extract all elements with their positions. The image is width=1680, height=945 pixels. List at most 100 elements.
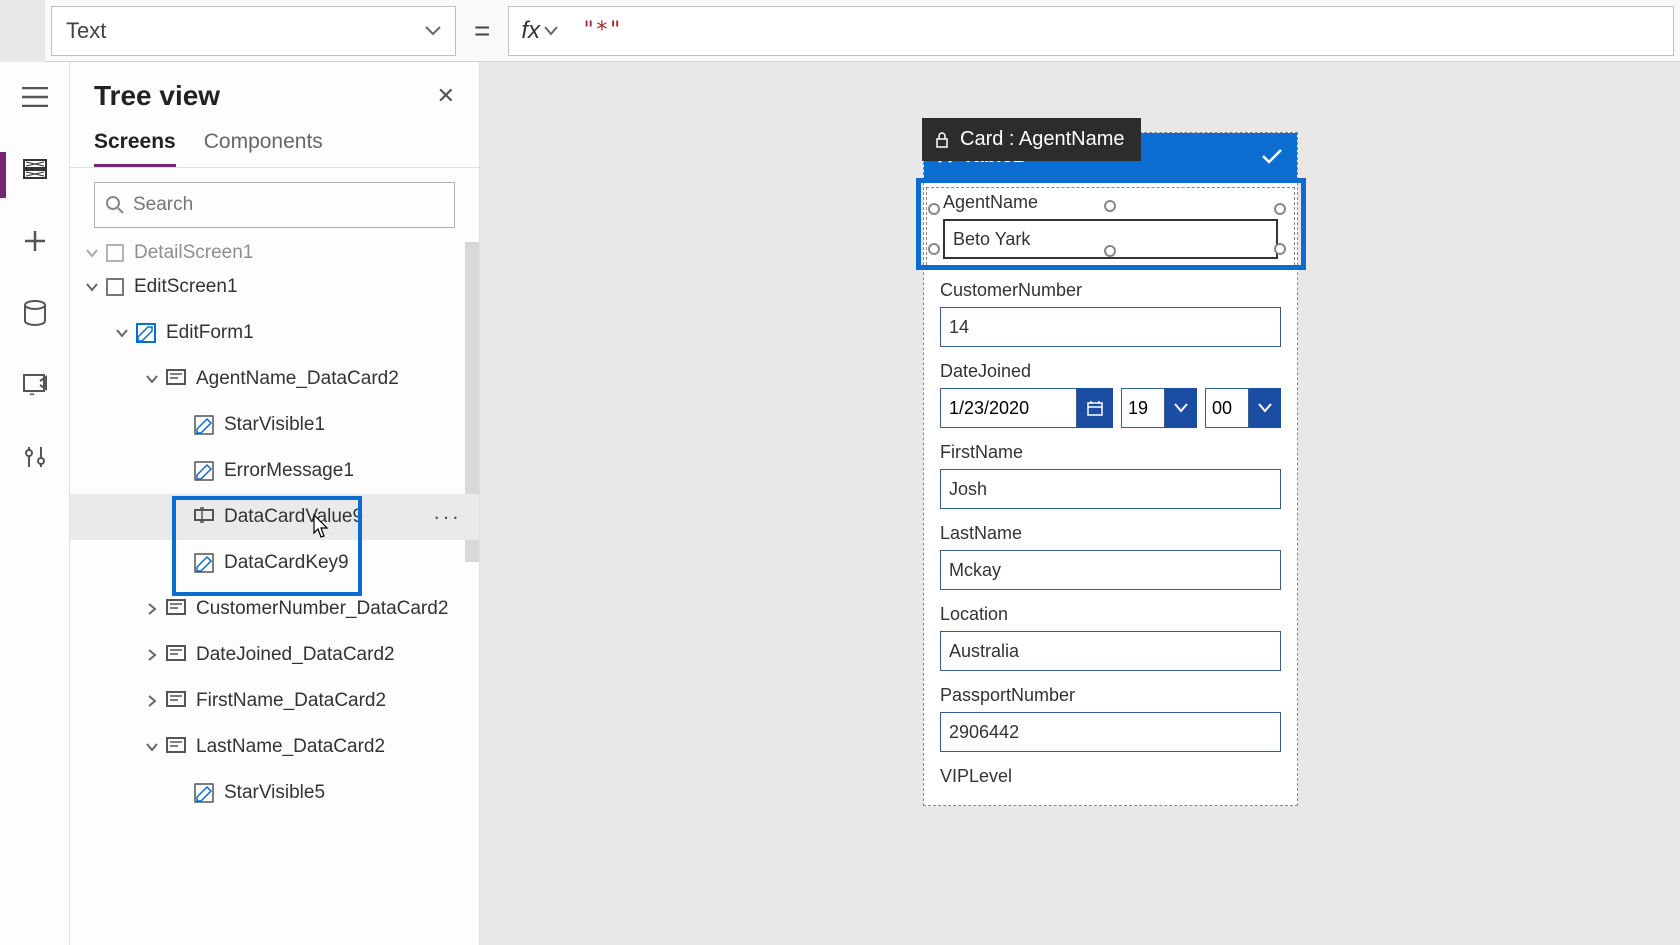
tree-view-icon[interactable]	[20, 154, 50, 184]
formula-bar: Text = fx "*"	[45, 0, 1680, 62]
calendar-icon	[1086, 399, 1104, 417]
resize-handle[interactable]	[928, 243, 940, 255]
tree-node-starvisible1[interactable]: StarVisible1	[70, 402, 479, 448]
selection-tag-text: Card : AgentName	[960, 128, 1125, 151]
label-icon	[194, 783, 214, 803]
form-card[interactable]: Table1 AgentName CustomerNumber DateJoin…	[923, 132, 1298, 806]
search-field[interactable]	[133, 194, 444, 216]
field-firstname: FirstName	[924, 438, 1297, 519]
tree-node-editscreen[interactable]: EditScreen1	[70, 264, 479, 310]
tree-node-label: LastName_DataCard2	[196, 736, 385, 758]
property-dropdown[interactable]: Text	[51, 6, 456, 56]
tree-node-label: FirstName_DataCard2	[196, 690, 386, 712]
calendar-button[interactable]	[1077, 388, 1113, 428]
chevron-down-icon	[1174, 403, 1188, 413]
datacard-icon	[166, 691, 186, 711]
advanced-tools-icon[interactable]	[20, 442, 50, 472]
minute-dropdown-button[interactable]	[1249, 388, 1281, 428]
field-customernumber: CustomerNumber	[924, 276, 1297, 357]
hamburger-icon[interactable]	[20, 82, 50, 112]
tree-node-label: DataCardValue9	[224, 506, 363, 528]
field-passportnumber: PassportNumber	[924, 681, 1297, 762]
chevron-down-icon	[1258, 403, 1272, 413]
equals-sign: =	[470, 15, 494, 47]
datacard-icon	[166, 599, 186, 619]
formula-input-box[interactable]: fx "*"	[508, 6, 1674, 56]
field-datejoined: DateJoined 1/23/2020 19 00	[924, 357, 1297, 438]
fx-label: fx	[521, 17, 540, 45]
tree-node-label: ErrorMessage1	[224, 460, 354, 482]
tree-node-customernumber-card[interactable]: CustomerNumber_DataCard2	[70, 586, 479, 632]
tree-node-errormessage1[interactable]: ErrorMessage1	[70, 448, 479, 494]
tab-components[interactable]: Components	[204, 130, 323, 167]
tree-node-label: CustomerNumber_DataCard2	[196, 598, 448, 620]
customernumber-input[interactable]	[940, 307, 1281, 347]
datacard-icon	[166, 737, 186, 757]
resize-handle[interactable]	[1274, 203, 1286, 215]
tree-node-label: StarVisible1	[224, 414, 325, 436]
tree-node-label: StarVisible5	[224, 782, 325, 804]
formula-expression: "*"	[582, 18, 622, 43]
tree-node-datacardkey9[interactable]: DataCardKey9	[70, 540, 479, 586]
search-icon	[105, 195, 125, 215]
label-icon	[194, 553, 214, 573]
chevron-down-icon	[425, 26, 441, 36]
close-icon[interactable]: ✕	[437, 83, 455, 109]
search-input[interactable]	[94, 182, 455, 228]
data-icon[interactable]	[20, 298, 50, 328]
tree-node-editform[interactable]: EditForm1	[70, 310, 479, 356]
more-icon[interactable]: ···	[433, 504, 461, 530]
tree-node-label: DataCardKey9	[224, 552, 349, 574]
tree-node-label: AgentName_DataCard2	[196, 368, 399, 390]
minute-select[interactable]: 00	[1205, 388, 1249, 428]
field-label: DateJoined	[940, 361, 1281, 382]
field-location: Location	[924, 600, 1297, 681]
tree-node-label: EditScreen1	[134, 276, 238, 298]
field-viplevel: VIPLevel	[924, 762, 1297, 787]
lastname-input[interactable]	[940, 550, 1281, 590]
datacard-icon	[166, 369, 186, 389]
lock-icon	[934, 132, 950, 148]
tree-node-datejoined-card[interactable]: DateJoined_DataCard2	[70, 632, 479, 678]
location-input[interactable]	[940, 631, 1281, 671]
tree-node-agentname-card[interactable]: AgentName_DataCard2	[70, 356, 479, 402]
selection-tag: Card : AgentName	[922, 118, 1141, 161]
resize-handle[interactable]	[1104, 245, 1116, 257]
firstname-input[interactable]	[940, 469, 1281, 509]
field-label: VIPLevel	[940, 766, 1281, 787]
tree-node-starvisible5[interactable]: StarVisible5	[70, 770, 479, 816]
label-icon	[194, 415, 214, 435]
mouse-cursor	[308, 513, 330, 541]
field-label: PassportNumber	[940, 685, 1281, 706]
field-label: FirstName	[940, 442, 1281, 463]
tree-node-firstname-card[interactable]: FirstName_DataCard2	[70, 678, 479, 724]
date-input[interactable]: 1/23/2020	[940, 388, 1077, 428]
textinput-icon	[194, 507, 214, 527]
resize-handle[interactable]	[1104, 200, 1116, 212]
field-label: Location	[940, 604, 1281, 625]
chevron-down-icon	[544, 26, 558, 36]
tree-node-label: EditForm1	[166, 322, 254, 344]
label-icon	[194, 461, 214, 481]
tree-node-label: DateJoined_DataCard2	[196, 644, 395, 666]
tree-node-datacardvalue9[interactable]: DataCardValue9 ···	[70, 494, 479, 540]
passportnumber-input[interactable]	[940, 712, 1281, 752]
tree-node-lastname-card[interactable]: LastName_DataCard2	[70, 724, 479, 770]
media-icon[interactable]	[20, 370, 50, 400]
left-rail	[0, 62, 70, 945]
field-label: CustomerNumber	[940, 280, 1281, 301]
tab-screens[interactable]: Screens	[94, 130, 176, 167]
resize-handle[interactable]	[928, 203, 940, 215]
checkmark-icon[interactable]	[1261, 148, 1283, 164]
rail-active-indicator	[0, 152, 6, 198]
hour-dropdown-button[interactable]	[1165, 388, 1197, 428]
field-lastname: LastName	[924, 519, 1297, 600]
hour-select[interactable]: 19	[1121, 388, 1165, 428]
tree-node-label: DetailScreen1	[134, 242, 253, 264]
form-icon	[136, 323, 156, 343]
tree-node-detailscreen[interactable]: DetailScreen1	[70, 242, 479, 264]
datacard-icon	[166, 645, 186, 665]
insert-icon[interactable]	[20, 226, 50, 256]
resize-handle[interactable]	[1274, 243, 1286, 255]
tree-view-panel: Tree view ✕ Screens Components DetailScr…	[70, 62, 480, 945]
